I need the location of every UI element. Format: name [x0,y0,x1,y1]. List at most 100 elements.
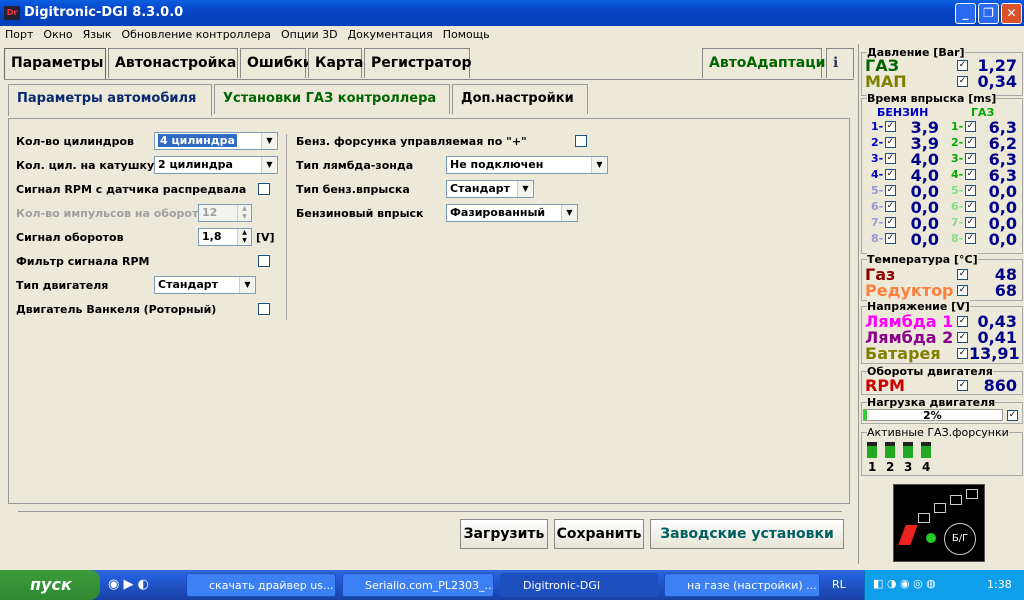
lambda1-checkbox[interactable]: ✓ [957,316,968,327]
menu-help[interactable]: Помощь [438,26,495,43]
system-tray: ◧ ◑ ◉ ◎ ◍ 1:38 [864,570,1024,600]
menu-docs[interactable]: Документация [343,26,438,43]
petrol-row-checkbox[interactable]: ✓ [885,217,896,228]
petrol-row-checkbox[interactable]: ✓ [885,233,896,244]
taskbar-item-archive[interactable]: Serialio.com_PL2303_... [342,573,494,597]
wankel-checkbox[interactable] [258,303,270,315]
info-icon[interactable]: ℹ [826,48,854,78]
tab-parameters[interactable]: Параметры [4,48,106,80]
inj-type-label: Тип бенз.впрыска [296,183,410,196]
rpm-cam-checkbox[interactable] [258,183,270,195]
petrol-row-checkbox[interactable]: ✓ [885,137,896,148]
taskbar-item-digitronic[interactable]: Digitronic-DGI [500,573,658,597]
tab-autotune[interactable]: Автонастройка [108,48,238,78]
gas-row-checkbox[interactable]: ✓ [965,217,976,228]
tab-recorder[interactable]: Регистратор [364,48,472,78]
tab-map[interactable]: Карта [308,48,363,78]
gas-injection-value: 0,0 [988,230,1017,249]
gas-row-checkbox[interactable]: ✓ [965,201,976,212]
spin-arrows-icon[interactable]: ▲ ▼ [237,205,251,221]
taskbar-item-browser[interactable]: скачать драйвер us... [186,573,336,597]
petrol-row-checkbox[interactable]: ✓ [885,185,896,196]
gas-pressure-checkbox[interactable]: ✓ [957,60,968,71]
chevron-down-icon[interactable]: ▼ [591,157,607,173]
switch-button[interactable]: Б/Г [944,523,976,555]
gas-row-checkbox[interactable]: ✓ [965,153,976,164]
maximize-button[interactable]: ❐ [978,3,999,24]
petrol-inj-select[interactable]: Фазированный ▼ [446,204,578,222]
minimize-button[interactable]: _ [955,3,976,24]
wankel-label: Двигатель Ванкеля (Роторный) [16,303,217,316]
auto-adapt-button[interactable]: АвтоАдаптация [702,48,834,78]
gas-row-checkbox[interactable]: ✓ [965,137,976,148]
gas-row-checkbox[interactable]: ✓ [965,121,976,132]
menu-port[interactable]: Порт [0,26,38,43]
inj-type-select[interactable]: Стандарт ▼ [446,180,534,198]
battery-checkbox[interactable]: ✓ [957,348,968,359]
title-bar[interactable]: Dr Digitronic-DGI 8.3.0.0 _ ❐ ✕ [0,0,1024,26]
subtab-gas-settings[interactable]: Установки ГАЗ контроллера [214,84,450,114]
rpm-cam-label: Сигнал RPM с датчика распредвала [16,183,247,196]
battery-label: Батарея [865,344,941,363]
rpm-signal-unit: [V] [256,231,275,244]
rpm-filter-checkbox[interactable] [258,255,270,267]
injector-plus-label: Бенз. форсунка управляемая по "+" [296,135,527,148]
gas-index: 7- [951,216,964,229]
monitor-panel: Давление [Bar] ГАЗ ✓ 1,27 МАП ✓ 0,34 Вре… [858,44,1024,564]
injector-number: 2 [886,460,895,474]
close-button[interactable]: ✕ [1001,3,1022,24]
rpm-signal-spinner[interactable]: 1,8 ▲ ▼ [198,228,252,246]
injector-plus-checkbox[interactable] [575,135,587,147]
injector-icon [885,442,895,458]
lambda2-checkbox[interactable]: ✓ [957,332,968,343]
chevron-down-icon[interactable]: ▼ [261,133,277,149]
reducer-checkbox[interactable]: ✓ [957,285,968,296]
menu-window[interactable]: Окно [38,26,77,43]
switch-green-led [926,533,936,543]
temp-gas-checkbox[interactable]: ✓ [957,269,968,280]
map-checkbox[interactable]: ✓ [957,76,968,87]
map-value: 0,34 [977,72,1017,91]
injection-title: Время впрыска [ms] [867,92,997,105]
petrol-row-checkbox[interactable]: ✓ [885,121,896,132]
chevron-down-icon[interactable]: ▼ [517,181,533,197]
chevron-down-icon[interactable]: ▼ [239,277,255,293]
petrol-row-checkbox[interactable]: ✓ [885,201,896,212]
cylinders-select[interactable]: 4 цилиндра ▼ [154,132,278,150]
menu-update[interactable]: Обновление контроллера [116,26,276,43]
spin-arrows-icon[interactable]: ▲ ▼ [237,229,251,245]
quicklaunch-icons[interactable]: ◉ ▶ ◐ [108,577,149,592]
tab-errors[interactable]: Ошибки [240,48,313,78]
menu-3d-options[interactable]: Опции 3D [276,26,343,43]
engine-type-select[interactable]: Стандарт ▼ [154,276,256,294]
chevron-down-icon[interactable]: ▼ [561,205,577,221]
pulses-spinner[interactable]: 12 ▲ ▼ [198,204,252,222]
gas-switch[interactable]: Б/Г [893,484,985,562]
menu-language[interactable]: Язык [78,26,117,43]
taskbar-item-settings[interactable]: на газе (настройки) ... [664,573,820,597]
injector-icon [867,442,877,458]
factory-settings-button[interactable]: Заводские установки [650,519,844,549]
gas-row-checkbox[interactable]: ✓ [965,169,976,180]
injector-number: 4 [922,460,931,474]
language-indicator[interactable]: RL [832,578,846,591]
app-icon: Dr [4,6,20,20]
subtab-car-params[interactable]: Параметры автомобиля [8,84,212,116]
rpm-checkbox[interactable]: ✓ [957,380,968,391]
load-checkbox[interactable]: ✓ [1007,410,1018,421]
load-button[interactable]: Загрузить [460,519,548,549]
menu-bar: Порт Окно Язык Обновление контроллера Опции … [0,26,858,44]
gas-row-checkbox[interactable]: ✓ [965,185,976,196]
start-button[interactable]: пуск [0,570,100,600]
tray-icons[interactable]: ◧ ◑ ◉ ◎ ◍ [873,577,936,590]
gas-row-checkbox[interactable]: ✓ [965,233,976,244]
coil-select[interactable]: 2 цилиндра ▼ [154,156,278,174]
chevron-down-icon[interactable]: ▼ [261,157,277,173]
subtab-extra[interactable]: Доп.настройки [452,84,588,114]
lambda-select[interactable]: Не подключен ▼ [446,156,608,174]
petrol-row-checkbox[interactable]: ✓ [885,153,896,164]
gas-index: 8- [951,232,964,245]
petrol-row-checkbox[interactable]: ✓ [885,169,896,180]
coil-label: Кол. цил. на катушку [16,159,155,172]
save-button[interactable]: Сохранить [554,519,644,549]
